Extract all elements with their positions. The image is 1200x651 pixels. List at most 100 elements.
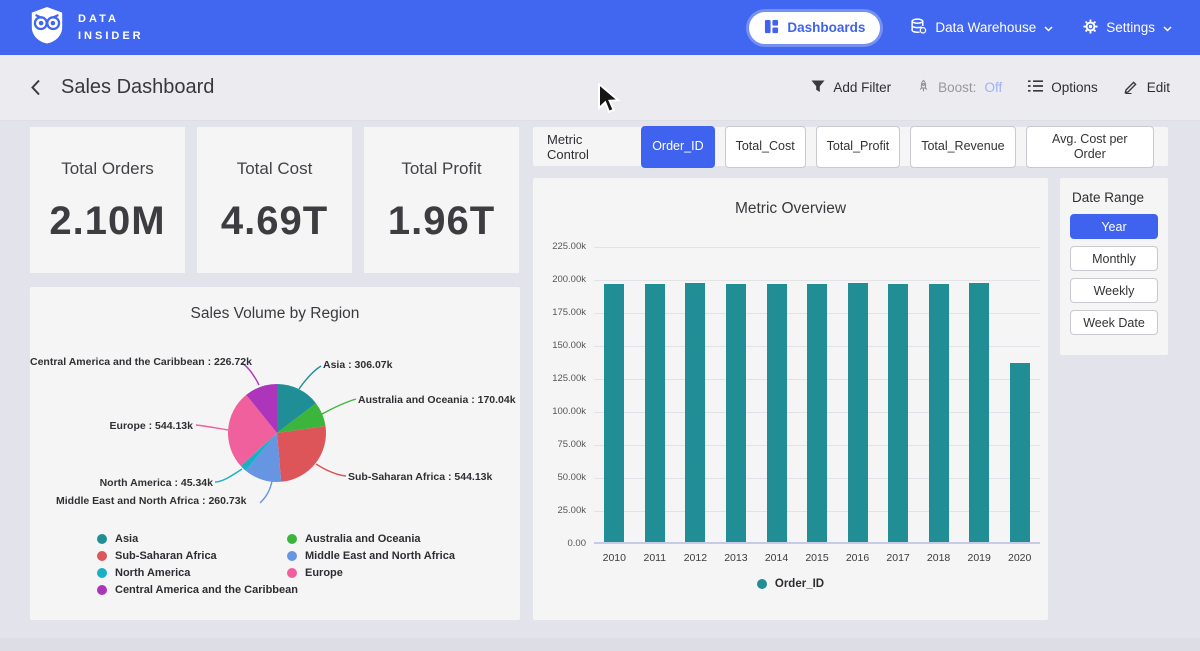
- pie-callout-middle-east-and-north-africa: Middle East and North Africa : 260.73k: [56, 495, 246, 507]
- bar-2018[interactable]: [929, 284, 949, 542]
- gear-icon: [1083, 19, 1098, 37]
- options-list-icon: [1028, 80, 1043, 95]
- bar-2011[interactable]: [645, 284, 665, 542]
- boost-value: Off: [984, 80, 1002, 95]
- add-filter-label: Add Filter: [833, 80, 891, 95]
- kpi-value: 1.96T: [364, 199, 519, 244]
- y-tick-75-00k: 75.00k: [536, 439, 586, 450]
- metric-button-order-id[interactable]: Order_ID: [641, 126, 714, 168]
- filter-funnel-icon: [811, 80, 825, 96]
- settings-menu[interactable]: Settings: [1083, 19, 1172, 37]
- y-tick-50-00k: 50.00k: [536, 472, 586, 483]
- date-range-button-monthly[interactable]: Monthly: [1070, 246, 1158, 271]
- dashboards-button[interactable]: Dashboards: [749, 12, 880, 44]
- bottom-edge: [0, 638, 1200, 651]
- pie-slice-sub-saharan-africa[interactable]: [277, 426, 326, 482]
- database-icon: [910, 18, 927, 38]
- kpi-label: Total Cost: [197, 159, 352, 179]
- y-tick-200-00k: 200.00k: [536, 274, 586, 285]
- date-range-button-weekly[interactable]: Weekly: [1070, 278, 1158, 303]
- y-tick-25-00k: 25.00k: [536, 505, 586, 516]
- bar-2014[interactable]: [767, 284, 787, 542]
- x-tick-2011: 2011: [635, 552, 675, 564]
- dashboard-grid-icon: [764, 19, 779, 37]
- kpi-card-total-cost: Total Cost4.69T: [197, 127, 352, 273]
- pie-chart-card: Sales Volume by Region Asia : 306.07kAus…: [30, 287, 520, 620]
- back-button[interactable]: [30, 79, 41, 96]
- legend-item-australia-and-oceania[interactable]: Australia and Oceania: [287, 533, 455, 545]
- bar-2013[interactable]: [726, 284, 746, 542]
- bar-2016[interactable]: [848, 283, 868, 542]
- kpi-value: 2.10M: [30, 199, 185, 244]
- edit-button[interactable]: Edit: [1124, 79, 1170, 97]
- pie-callout-central-america-and-the-caribbean: Central America and the Caribbean : 226.…: [30, 356, 240, 368]
- boost-label: Boost:: [938, 80, 976, 95]
- y-tick-0-00: 0.00: [536, 538, 586, 549]
- page-title: Sales Dashboard: [61, 76, 214, 99]
- metric-button-total-profit[interactable]: Total_Profit: [816, 126, 901, 168]
- x-tick-2013: 2013: [716, 552, 756, 564]
- metric-button-total-revenue[interactable]: Total_Revenue: [910, 126, 1015, 168]
- date-range-button-week-date[interactable]: Week Date: [1070, 310, 1158, 335]
- bar-chart-title: Metric Overview: [533, 178, 1048, 218]
- bar-2020[interactable]: [1010, 363, 1030, 542]
- boost-toggle[interactable]: Boost: Off: [917, 79, 1002, 96]
- y-tick-125-00k: 125.00k: [536, 373, 586, 384]
- x-tick-2016: 2016: [838, 552, 878, 564]
- metric-button-total-cost[interactable]: Total_Cost: [725, 126, 806, 168]
- pie-callout-australia-and-oceania: Australia and Oceania : 170.04k: [358, 394, 516, 406]
- pie-callout-europe: Europe : 544.13k: [56, 420, 193, 432]
- data-warehouse-label: Data Warehouse: [935, 20, 1036, 35]
- x-tick-2014: 2014: [757, 552, 797, 564]
- date-range-buttons: Year Monthly Weekly Week Date: [1070, 214, 1158, 335]
- kpi-label: Total Orders: [30, 159, 185, 179]
- top-navbar: DATA INSIDER Dashboards: [0, 0, 1200, 55]
- date-range-button-year[interactable]: Year: [1070, 214, 1158, 239]
- pie-legend-column-1: Asia Sub-Saharan Africa North America Centr…: [97, 533, 298, 596]
- brand[interactable]: DATA INSIDER: [28, 5, 144, 50]
- legend-dot: [97, 551, 107, 561]
- x-tick-2019: 2019: [959, 552, 999, 564]
- bar-plot-area: [594, 247, 1040, 544]
- legend-item-asia[interactable]: Asia: [97, 533, 298, 545]
- x-tick-2015: 2015: [797, 552, 837, 564]
- legend-label: Australia and Oceania: [305, 533, 421, 545]
- legend-item-europe[interactable]: Europe: [287, 567, 455, 579]
- date-range-label: Date Range: [1072, 190, 1158, 205]
- bar-2012[interactable]: [685, 283, 705, 542]
- chevron-down-icon: [1044, 20, 1053, 35]
- bar-2010[interactable]: [604, 284, 624, 543]
- legend-label: Europe: [305, 567, 343, 579]
- metric-control-label: Metric Control: [547, 132, 627, 162]
- metric-buttons: Order_ID Total_CostTotal_ProfitTotal_Reve…: [641, 126, 1154, 168]
- metric-button-avg-cost-per-order[interactable]: Avg. Cost per Order: [1026, 126, 1154, 168]
- metric-control-bar: Metric Control Order_ID Total_CostTotal_P…: [533, 127, 1168, 166]
- y-tick-100-00k: 100.00k: [536, 406, 586, 417]
- legend-item-sub-saharan-africa[interactable]: Sub-Saharan Africa: [97, 550, 298, 562]
- x-tick-2010: 2010: [594, 552, 634, 564]
- pie-callout-asia: Asia : 306.07k: [323, 359, 392, 371]
- options-button[interactable]: Options: [1028, 80, 1098, 95]
- bar-2017[interactable]: [888, 284, 908, 543]
- y-tick-225-00k: 225.00k: [536, 241, 586, 252]
- legend-item-middle-east-and-north-africa[interactable]: Middle East and North Africa: [287, 550, 455, 562]
- add-filter-button[interactable]: Add Filter: [811, 80, 891, 96]
- chevron-down-icon: [1163, 20, 1172, 35]
- kpi-label: Total Profit: [364, 159, 519, 179]
- options-label: Options: [1051, 80, 1098, 95]
- legend-item-central-america-and-the-caribbean[interactable]: Central America and the Caribbean: [97, 584, 298, 596]
- dashboards-label: Dashboards: [787, 20, 865, 35]
- data-warehouse-menu[interactable]: Data Warehouse: [910, 18, 1053, 38]
- page-header: Sales Dashboard Add Filter Boost: Off: [0, 55, 1200, 121]
- bar-2015[interactable]: [807, 284, 827, 542]
- kpi-card-total-profit: Total Profit 1.96T: [364, 127, 519, 273]
- bar-2019[interactable]: [969, 283, 989, 542]
- bar-chart-card: Metric Overview 225.00k200.00k175.00k150…: [533, 178, 1048, 620]
- bar-chart-legend[interactable]: Order_ID: [533, 578, 1048, 590]
- legend-dot: [97, 585, 107, 595]
- date-range-panel: Date Range Year Monthly Weekly Week Date: [1060, 178, 1168, 355]
- legend-label: Central America and the Caribbean: [115, 584, 298, 596]
- rocket-icon: [917, 79, 930, 96]
- legend-item-north-america[interactable]: North America: [97, 567, 298, 579]
- pie-callout-sub-saharan-africa: Sub-Saharan Africa : 544.13k: [348, 471, 492, 483]
